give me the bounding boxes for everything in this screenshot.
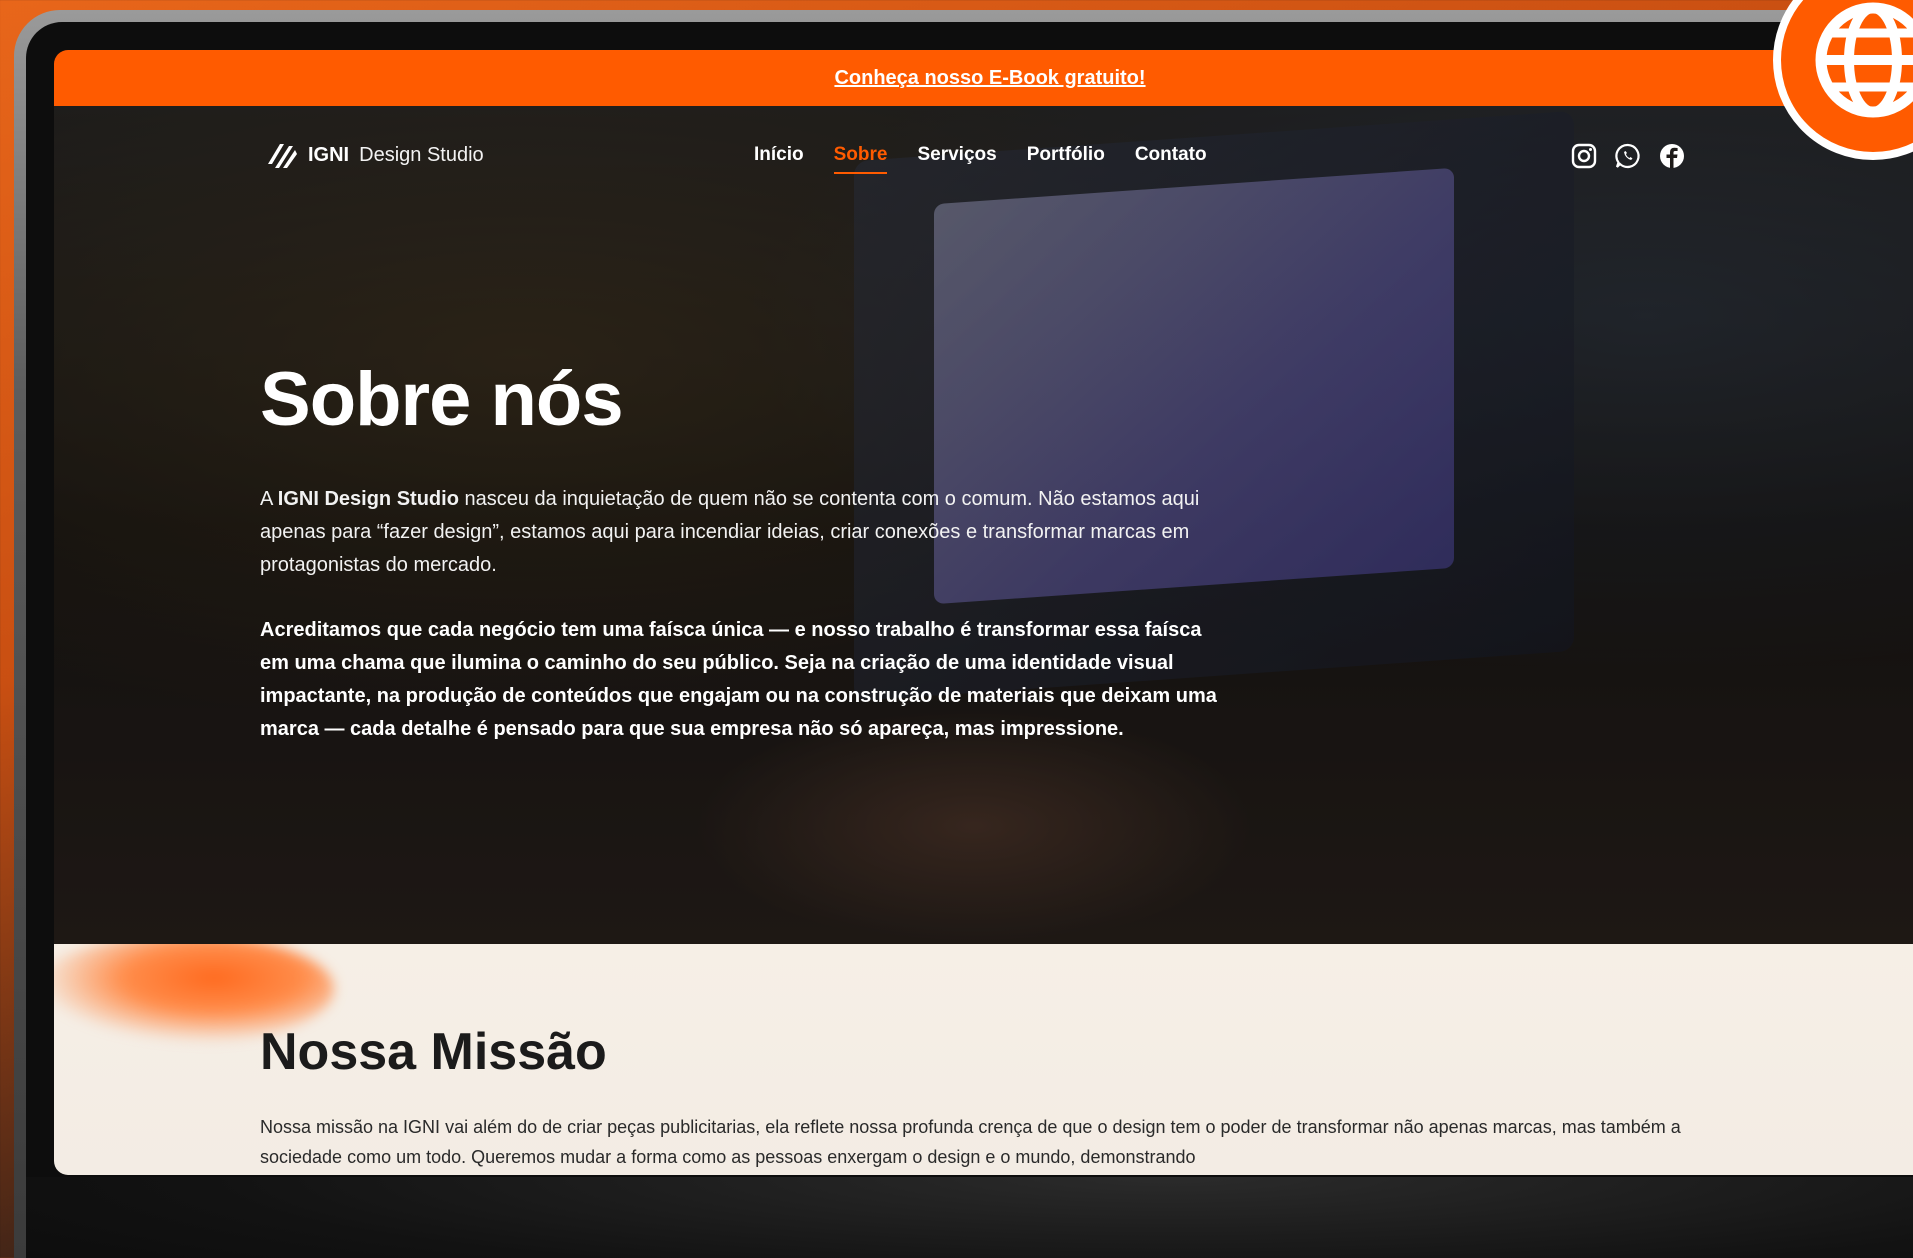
ebook-link[interactable]: Conheça nosso E-Book gratuito! [834, 67, 1145, 90]
hero-content: Sobre nós A IGNI Design Studio nasceu da… [260, 356, 1220, 746]
nav-item-contato[interactable]: Contato [1135, 144, 1207, 174]
laptop-frame: Conheça nosso E-Book gratuito! IGNI Desi… [14, 10, 1913, 1258]
instagram-icon[interactable] [1570, 142, 1598, 170]
facebook-icon[interactable] [1658, 142, 1686, 170]
globe-icon [1815, 2, 1913, 118]
laptop-screen: Conheça nosso E-Book gratuito! IGNI Desi… [54, 50, 1913, 1175]
hero-intro-brand: IGNI Design Studio [277, 488, 459, 510]
whatsapp-icon[interactable] [1614, 142, 1642, 170]
announcement-bar: Conheça nosso E-Book gratuito! [54, 50, 1913, 106]
nav-item-inicio[interactable]: Início [754, 144, 804, 174]
hero-intro-paragraph: A IGNI Design Studio nasceu da inquietaç… [260, 483, 1220, 582]
mission-title: Nossa Missão [260, 1023, 607, 1081]
nav-item-servicos[interactable]: Serviços [917, 144, 996, 174]
laptop-keyboard-area [26, 1177, 1913, 1258]
brand-subtitle: Design Studio [359, 143, 484, 166]
hero-intro-prefix: A [260, 488, 278, 510]
nav-item-portfolio[interactable]: Portfólio [1027, 144, 1105, 174]
social-links [1570, 142, 1686, 170]
hero-belief-paragraph: Acreditamos que cada negócio tem uma faí… [260, 619, 1217, 740]
nav-menu: Início Sobre Serviços Portfólio Contato [754, 144, 1207, 174]
mission-section: Nossa Missão Nossa missão na IGNI vai al… [54, 944, 1913, 1175]
nav-item-sobre[interactable]: Sobre [833, 144, 888, 174]
mission-text: Nossa missão na IGNI vai além do de cria… [260, 1117, 1681, 1167]
page-title: Sobre nós [260, 357, 624, 442]
main-nav: IGNI Design Studio Início Sobre Serviços… [54, 106, 1913, 202]
igni-logo-icon [268, 144, 297, 168]
brand-name: IGNI [308, 143, 350, 166]
hero-section: IGNI Design Studio Início Sobre Serviços… [54, 106, 1913, 946]
brand-logo[interactable]: IGNI Design Studio [266, 140, 484, 170]
laptop-bezel: Conheça nosso E-Book gratuito! IGNI Desi… [26, 22, 1913, 1258]
